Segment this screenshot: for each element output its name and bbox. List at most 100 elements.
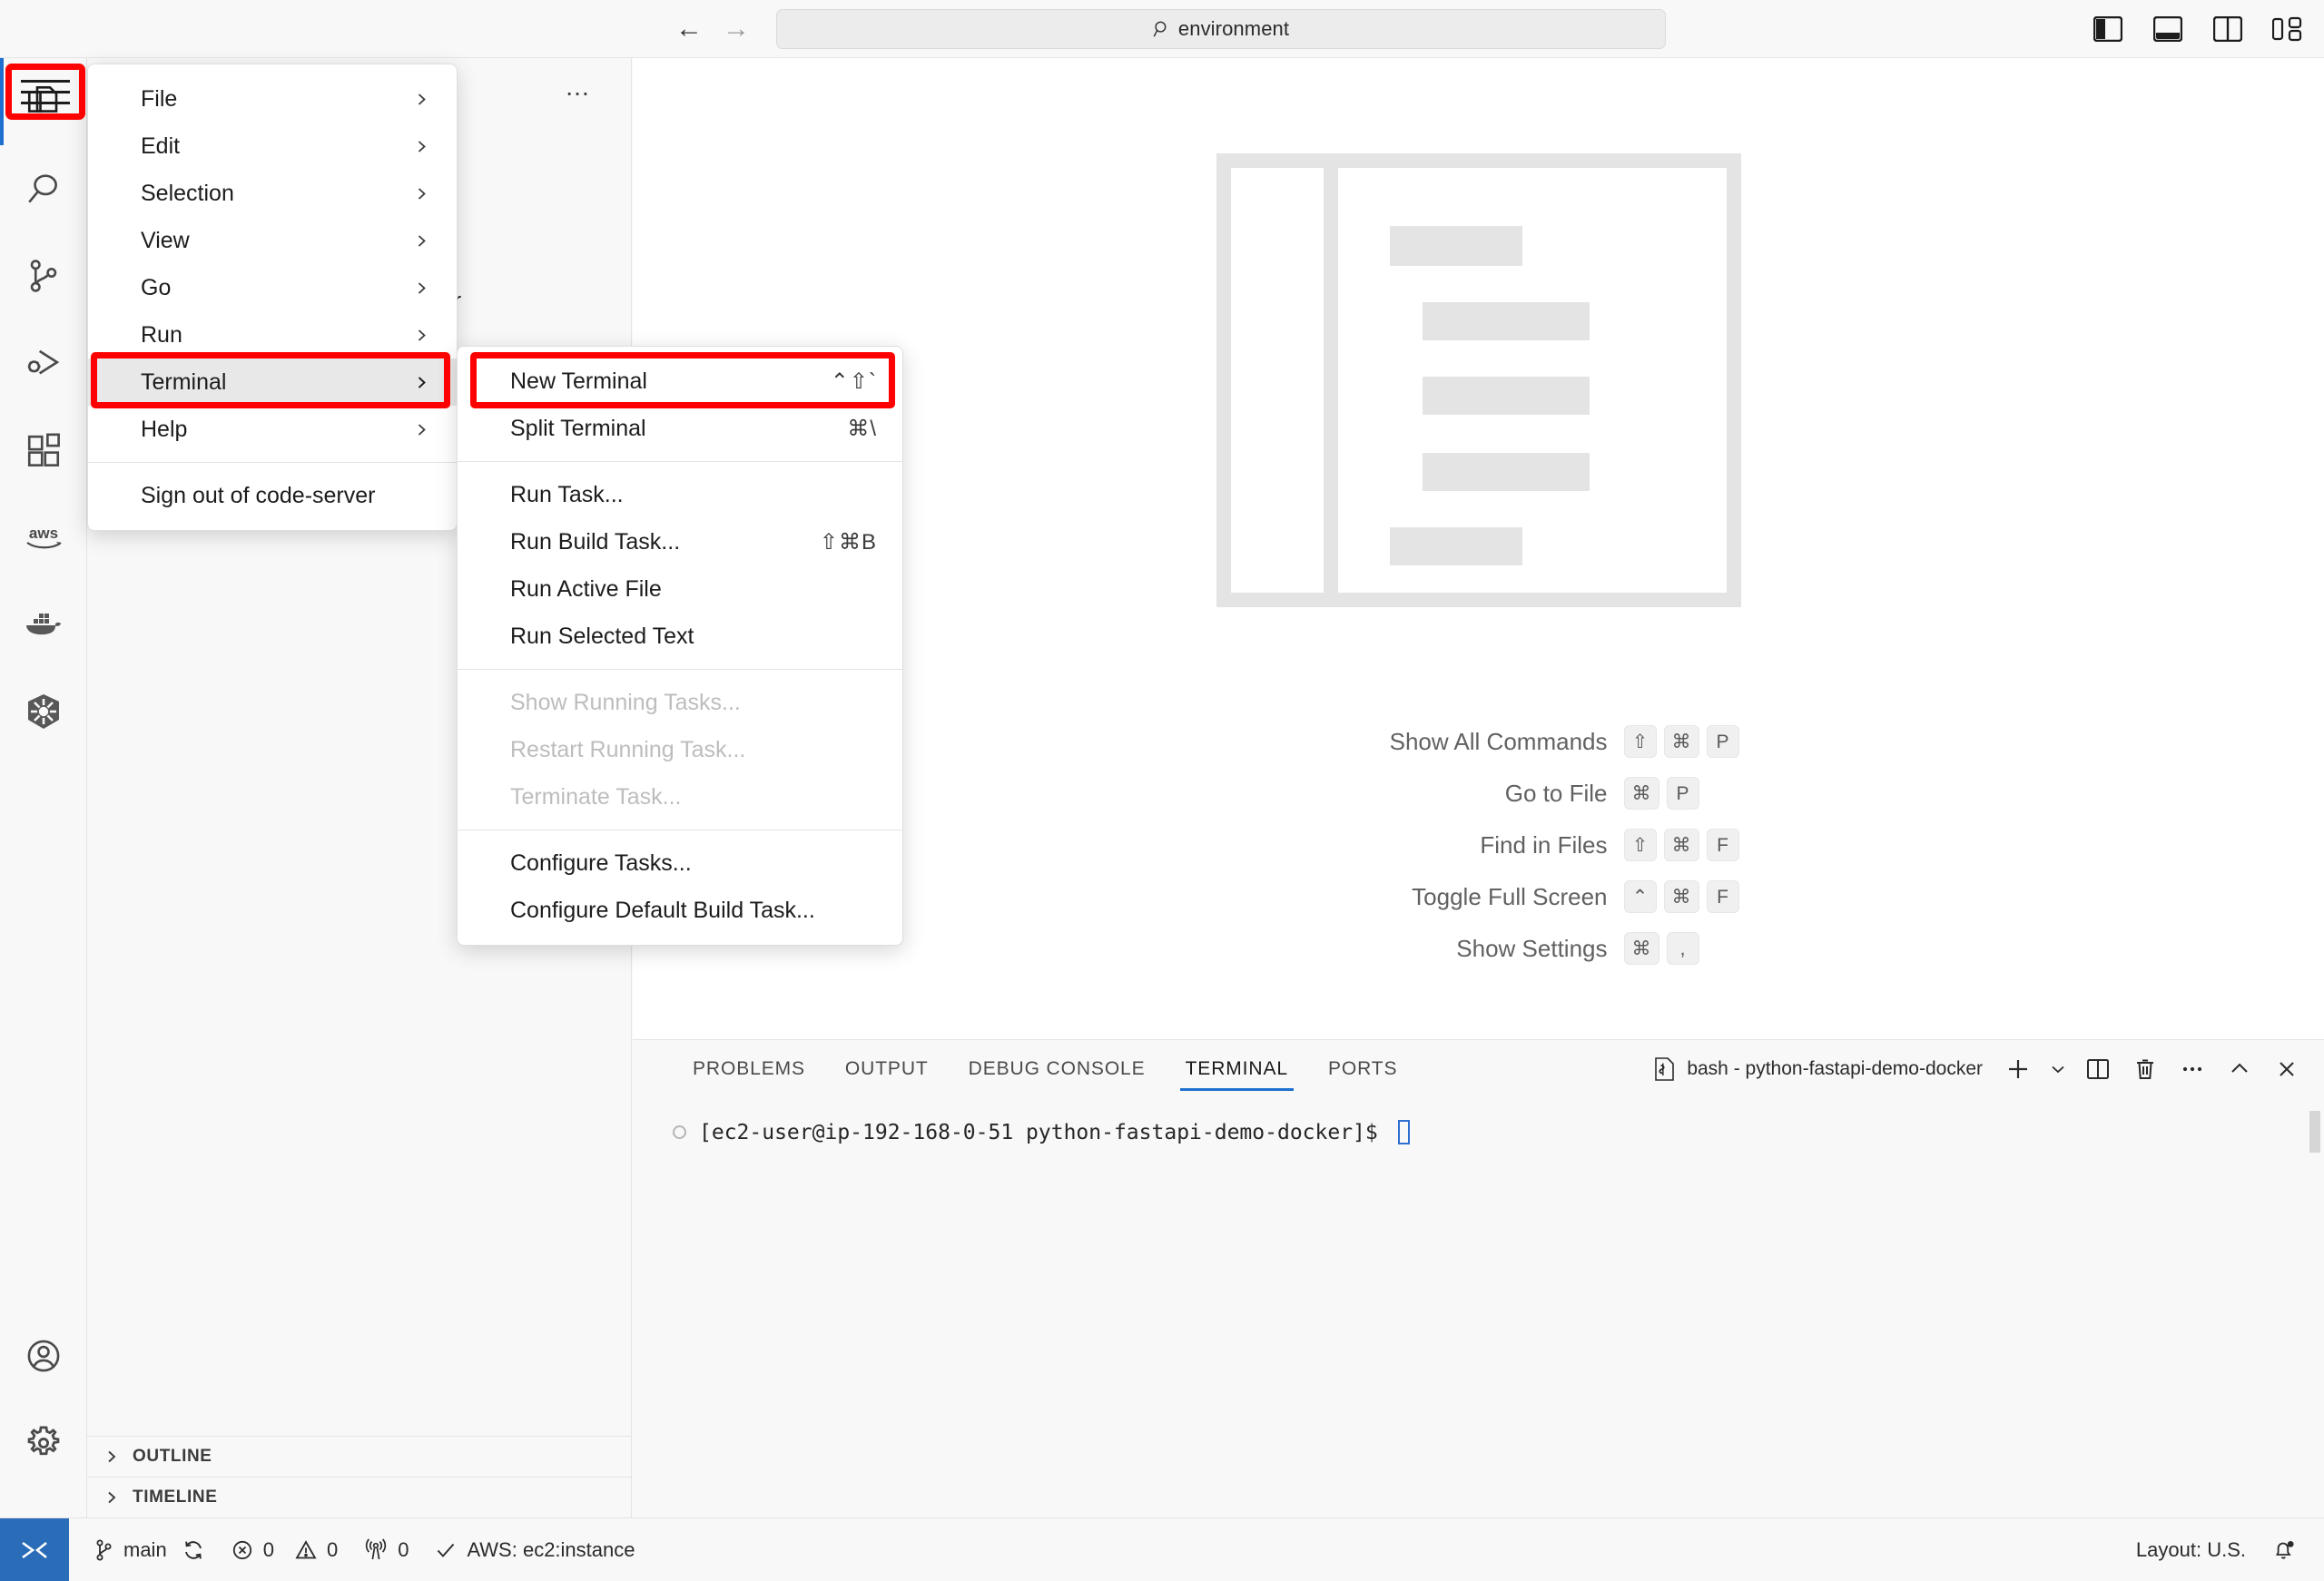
remote-window-button[interactable] xyxy=(0,1517,69,1581)
sidebar-item-timeline[interactable]: TIMELINE xyxy=(87,1477,631,1517)
status-error-count: 0 xyxy=(262,1537,274,1561)
chevron-right-icon xyxy=(103,1448,120,1465)
status-problems[interactable]: 0 0 xyxy=(218,1518,351,1581)
status-warning-count: 0 xyxy=(326,1537,339,1561)
menu-item-label: Terminal xyxy=(141,368,227,395)
application-menu-button[interactable] xyxy=(15,73,75,111)
menu-item-help[interactable]: Help xyxy=(88,406,457,453)
new-terminal-button[interactable] xyxy=(1999,1050,2037,1088)
submenu-item-run-task[interactable]: Run Task... xyxy=(458,471,902,518)
menu-item-view[interactable]: View xyxy=(88,217,457,264)
back-button[interactable]: ← xyxy=(672,12,706,46)
command-center-search[interactable]: environment xyxy=(776,9,1666,49)
shortcut-label: Go to File xyxy=(1504,779,1608,807)
submenu-item-run-selected-text[interactable]: Run Selected Text xyxy=(458,613,902,660)
status-keyboard-layout[interactable]: Layout: U.S. xyxy=(2123,1518,2259,1581)
vscode-window: ← → environment aws … r OUTLINE TIMELINE… xyxy=(0,0,2324,1581)
shortcut-row[interactable]: Show Settings ⌘ , xyxy=(1161,932,1797,965)
tab-ports[interactable]: PORTS xyxy=(1308,1040,1417,1098)
tab-label: DEBUG CONSOLE xyxy=(968,1058,1146,1079)
panel-views-and-more-button[interactable] xyxy=(2173,1050,2211,1088)
shortcut-row[interactable]: Toggle Full Screen ⌃ ⌘ F xyxy=(1161,880,1797,913)
menu-item-file[interactable]: File xyxy=(88,75,457,123)
accounts-button[interactable] xyxy=(0,1312,87,1399)
menu-item-go[interactable]: Go xyxy=(88,264,457,311)
submenu-item-new-terminal[interactable]: New Terminal ⌃⇧` xyxy=(458,358,902,405)
sidebar-item-kubernetes[interactable] xyxy=(0,668,87,755)
key-cap: ⌘ xyxy=(1623,932,1659,965)
source-control-branch-icon xyxy=(93,1538,114,1562)
menu-separator xyxy=(458,461,902,462)
shortcut-row[interactable]: Find in Files ⇧ ⌘ F xyxy=(1161,829,1797,861)
menu-item-run[interactable]: Run xyxy=(88,311,457,358)
menu-separator xyxy=(458,669,902,670)
submenu-item-configure-default-build-task[interactable]: Configure Default Build Task... xyxy=(458,887,902,934)
status-branch[interactable]: main xyxy=(80,1518,218,1581)
toggle-panel-button[interactable] xyxy=(2148,9,2188,49)
customize-layout-button[interactable] xyxy=(2268,9,2308,49)
tab-debug-console[interactable]: DEBUG CONSOLE xyxy=(949,1040,1166,1098)
shortcut-row[interactable]: Show All Commands ⇧ ⌘ P xyxy=(1161,725,1797,758)
menu-item-selection[interactable]: Selection xyxy=(88,170,457,217)
forward-button[interactable]: → xyxy=(719,12,753,46)
status-bar: main 0 0 0 AWS: ec2:instance Layout: U.S… xyxy=(0,1517,2324,1581)
search-icon xyxy=(25,170,63,208)
chevron-right-icon xyxy=(414,233,429,249)
tab-problems[interactable]: PROBLEMS xyxy=(673,1040,825,1098)
status-ports[interactable]: 0 xyxy=(350,1518,421,1581)
activity-bar: aws xyxy=(0,58,87,1517)
title-bar: ← → environment xyxy=(0,0,2324,58)
submenu-item-run-build-task[interactable]: Run Build Task... ⇧⌘B xyxy=(458,518,902,565)
terminal-profile-dropdown-button[interactable] xyxy=(2046,1050,2070,1088)
toggle-primary-sidebar-button[interactable] xyxy=(2088,9,2128,49)
key-cap: ⌘ xyxy=(1663,880,1699,913)
menu-item-terminal[interactable]: Terminal xyxy=(88,358,457,406)
shortcut-keys: ⌘ P xyxy=(1623,777,1797,810)
sidebar-item-source-control[interactable] xyxy=(0,232,87,319)
kill-terminal-button[interactable] xyxy=(2126,1050,2164,1088)
terminal-tab-entry[interactable]: bash - python-fastapi-demo-docker xyxy=(1652,1056,1983,1083)
status-notifications[interactable] xyxy=(2259,1518,2324,1581)
submenu-item-split-terminal[interactable]: Split Terminal ⌘\ xyxy=(458,405,902,452)
sidebar-item-docker[interactable] xyxy=(0,581,87,668)
command-decoration-icon[interactable] xyxy=(673,1125,686,1139)
menu-item-shortcut: ⇧⌘B xyxy=(819,529,877,555)
terminal-shell-icon xyxy=(1652,1056,1676,1083)
submenu-item-show-running-tasks: Show Running Tasks... xyxy=(458,679,902,726)
sidebar-more-actions-button[interactable]: … xyxy=(565,74,593,99)
submenu-item-configure-tasks[interactable]: Configure Tasks... xyxy=(458,840,902,887)
status-aws-connection[interactable]: AWS: ec2:instance xyxy=(421,1518,647,1581)
shortcut-row[interactable]: Go to File ⌘ P xyxy=(1161,777,1797,810)
sidebar-section-label: TIMELINE xyxy=(133,1488,218,1507)
close-panel-button[interactable] xyxy=(2268,1050,2306,1088)
tab-terminal[interactable]: TERMINAL xyxy=(1166,1040,1308,1098)
sidebar-item-aws-toolkit[interactable]: aws xyxy=(0,494,87,581)
toggle-secondary-sidebar-button[interactable] xyxy=(2208,9,2248,49)
menu-item-label: File xyxy=(141,85,178,112)
submenu-item-run-active-file[interactable]: Run Active File xyxy=(458,565,902,613)
sidebar-item-run-and-debug[interactable] xyxy=(0,319,87,407)
terminal-cursor xyxy=(1397,1120,1410,1144)
welcome-hero-graphic xyxy=(1216,153,1741,607)
chevron-right-icon xyxy=(414,328,429,343)
sidebar-item-extensions[interactable] xyxy=(0,407,87,494)
status-layout-label: Layout: U.S. xyxy=(2135,1537,2246,1561)
hero-line-1 xyxy=(1389,226,1522,266)
sidebar-item-outline[interactable]: OUTLINE xyxy=(87,1436,631,1477)
maximize-panel-button[interactable] xyxy=(2221,1050,2259,1088)
menu-item-shortcut: ⌘\ xyxy=(847,416,877,441)
terminal-output[interactable]: [ec2-user@ip-192-168-0-51 python-fastapi… xyxy=(633,1098,2324,1518)
sidebar-section-label: OUTLINE xyxy=(133,1447,212,1466)
menu-item-edit[interactable]: Edit xyxy=(88,123,457,170)
menu-item-sign-out[interactable]: Sign out of code-server xyxy=(88,472,457,519)
manage-settings-button[interactable] xyxy=(0,1399,87,1487)
split-terminal-button[interactable] xyxy=(2079,1050,2117,1088)
bottom-panel: PROBLEMS OUTPUT DEBUG CONSOLE TERMINAL P… xyxy=(633,1039,2324,1517)
hamburger-icon-bar xyxy=(21,101,70,104)
terminal-scrollbar[interactable] xyxy=(2309,1111,2320,1153)
kubernetes-icon xyxy=(24,692,64,732)
tab-output[interactable]: OUTPUT xyxy=(825,1040,949,1098)
shortcut-keys: ⇧ ⌘ F xyxy=(1623,829,1797,861)
submenu-item-restart-running-task: Restart Running Task... xyxy=(458,726,902,773)
sidebar-item-search[interactable] xyxy=(0,145,87,232)
